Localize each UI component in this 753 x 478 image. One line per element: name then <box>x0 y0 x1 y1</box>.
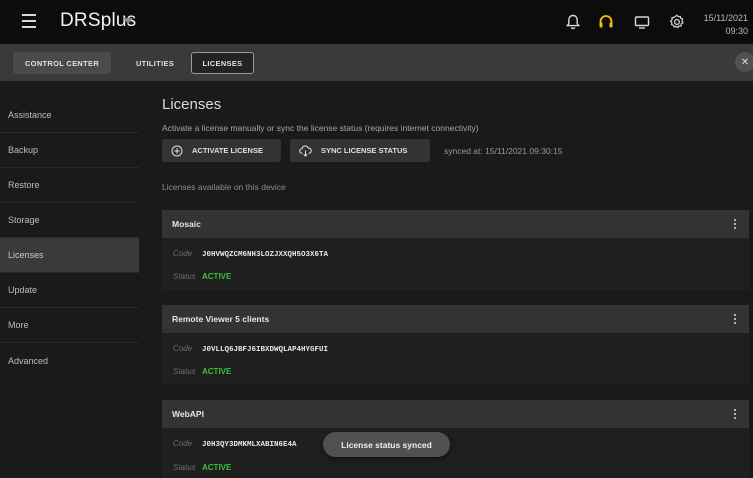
license-status-row: Status ACTIVE <box>173 272 231 281</box>
sidebar-item-label: Backup <box>8 145 39 155</box>
section-heading: Licenses available on this device <box>162 182 286 192</box>
sync-license-button[interactable]: SYNC LICENSE STATUS <box>290 139 430 162</box>
sidebar-item-restore[interactable]: Restore <box>0 168 139 203</box>
app-root: DRSplus 15/11/2021 09:30 CONTROL CENTER … <box>0 0 753 478</box>
monitor-icon[interactable] <box>632 12 652 32</box>
license-code: J0H3QY3DMKMLXABIN6E4A <box>202 441 297 449</box>
sidebar-item-label: Assistance <box>8 110 52 120</box>
status-label: Status <box>173 272 196 281</box>
bell-icon[interactable] <box>563 12 583 32</box>
tab-utilities[interactable]: UTILITIES <box>127 52 183 74</box>
status-badge: ACTIVE <box>202 463 232 472</box>
license-card: Remote Viewer 5 clients Code J0VLLQ6JBFJ6… <box>162 305 749 385</box>
license-code-row: Code J0HVWQZCM6NH3LOZJXXQH5O3X6TA <box>173 249 328 259</box>
date-time: 15/11/2021 09:30 <box>704 12 748 38</box>
license-code: J0VLLQ6JBFJ6IBXDWQLAP4HYGFUI <box>202 346 329 354</box>
more-vert-icon[interactable] <box>733 314 737 325</box>
license-card-header: Remote Viewer 5 clients <box>162 305 749 333</box>
sidebar-item-update[interactable]: Update <box>0 273 139 308</box>
sync-license-label: SYNC LICENSE STATUS <box>321 146 408 155</box>
sidebar-item-label: More <box>8 320 29 330</box>
license-status-row: Status ACTIVE <box>173 367 231 376</box>
code-label: Code <box>173 249 193 258</box>
status-label: Status <box>173 367 196 376</box>
cloud-download-icon <box>299 145 312 157</box>
more-vert-icon[interactable] <box>733 219 737 230</box>
sidebar-item-label: Storage <box>8 215 40 225</box>
sidebar-item-label: Licenses <box>8 250 44 260</box>
status-badge: ACTIVE <box>202 367 232 376</box>
chevron-down-icon[interactable] <box>123 18 133 24</box>
license-card-header: Mosaic <box>162 210 749 238</box>
sidebar-item-licenses[interactable]: Licenses <box>0 238 139 273</box>
code-label: Code <box>173 344 193 353</box>
sidebar-item-label: Restore <box>8 180 40 190</box>
activate-license-label: ACTIVATE LICENSE <box>192 146 263 155</box>
time-label: 09:30 <box>725 26 748 36</box>
sidebar-item-label: Update <box>8 285 38 295</box>
license-card: WebAPI Code J0H3QY3DMKMLXABIN6E4A Status A… <box>162 400 749 478</box>
top-bar: DRSplus 15/11/2021 09:30 <box>0 0 753 44</box>
more-vert-icon[interactable] <box>733 409 737 420</box>
license-name: Remote Viewer 5 clients <box>172 314 270 324</box>
sidebar-item-backup[interactable]: Backup <box>0 133 139 168</box>
activate-license-button[interactable]: ACTIVATE LICENSE <box>162 139 281 162</box>
license-code-row: Code J0VLLQ6JBFJ6IBXDWQLAP4HYGFUI <box>173 344 328 354</box>
tab-licenses[interactable]: LICENSES <box>191 52 254 74</box>
status-badge: ACTIVE <box>202 272 232 281</box>
license-card: Mosaic Code J0HVWQZCM6NH3LOZJXXQH5O3X6TA … <box>162 210 749 290</box>
page-subtitle: Activate a license manually or sync the … <box>162 123 479 133</box>
sidebar-item-label: Advanced <box>8 355 49 366</box>
sidebar-item-assistance[interactable]: Assistance <box>0 98 139 133</box>
license-code-row: Code J0H3QY3DMKMLXABIN6E4A <box>173 439 297 449</box>
headset-icon[interactable] <box>596 12 616 32</box>
plus-circle-icon <box>171 145 183 156</box>
sidebar-item-more[interactable]: More <box>0 308 139 343</box>
hamburger-menu-icon[interactable] <box>22 14 36 30</box>
toast-notification: License status synced <box>323 432 450 457</box>
sidebar-item-storage[interactable]: Storage <box>0 203 139 238</box>
license-code: J0HVWQZCM6NH3LOZJXXQH5O3X6TA <box>202 251 329 259</box>
tab-bar: CONTROL CENTER UTILITIES LICENSES ✕ <box>0 44 753 81</box>
license-status-row: Status ACTIVE <box>173 463 231 472</box>
status-label: Status <box>173 463 196 472</box>
synced-timestamp: synced at: 15/11/2021 09:30:15 <box>444 146 563 156</box>
date-label: 15/11/2021 <box>703 13 748 23</box>
sidebar: Assistance Backup Restore Storage Licens… <box>0 98 139 378</box>
tab-control-center[interactable]: CONTROL CENTER <box>13 52 111 74</box>
license-name: Mosaic <box>172 219 201 229</box>
sidebar-item-advanced[interactable]: Advanced <box>0 343 139 378</box>
license-card-header: WebAPI <box>162 400 749 428</box>
code-label: Code <box>173 439 193 448</box>
page-title: Licenses <box>162 96 222 113</box>
gear-icon[interactable] <box>667 12 687 32</box>
license-name: WebAPI <box>172 409 204 419</box>
close-icon[interactable]: ✕ <box>735 52 753 72</box>
